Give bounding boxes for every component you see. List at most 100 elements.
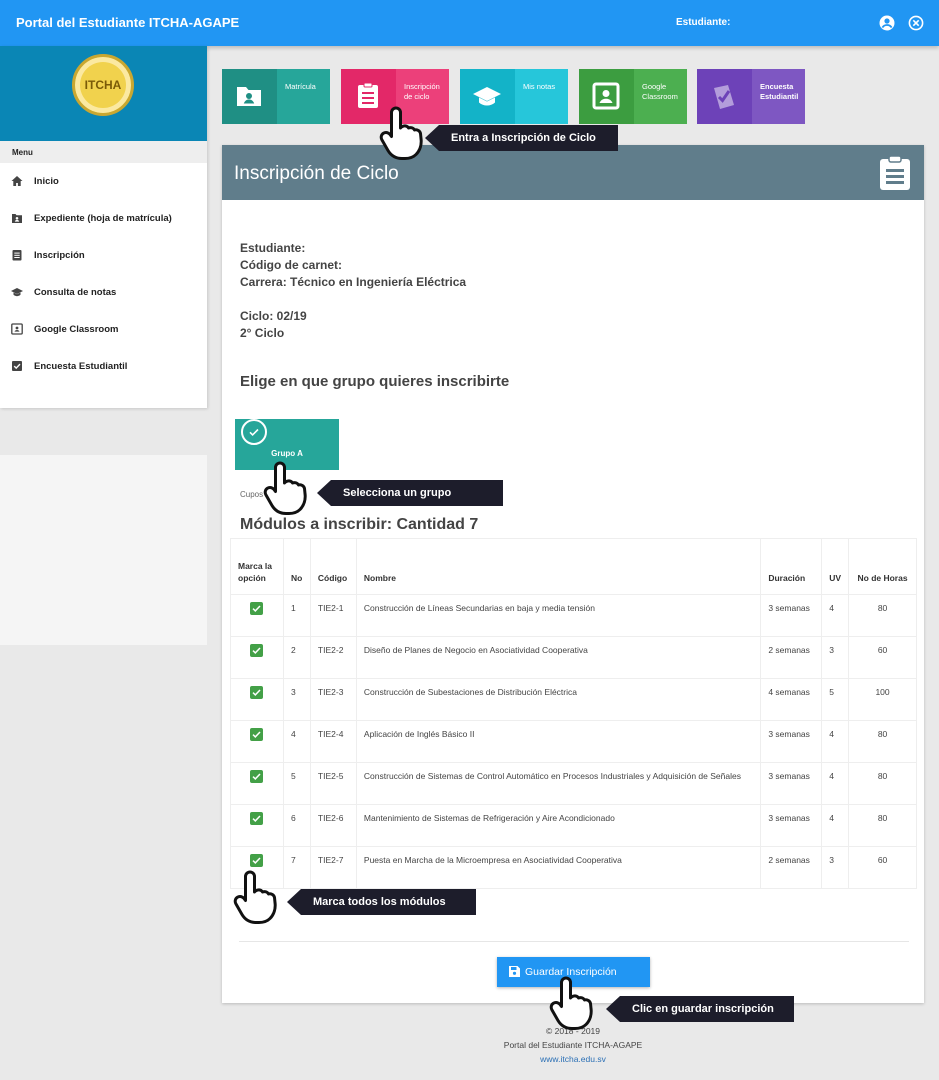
callout-group: Selecciona un grupo [317, 480, 503, 506]
sidebar-item-consulta-notas[interactable]: Consulta de notas [0, 278, 207, 308]
graduation-cap-icon [11, 288, 23, 297]
module-checkbox[interactable] [250, 686, 264, 699]
module-hours: 60 [848, 636, 917, 679]
app-title: Portal del Estudiante ITCHA-AGAPE [16, 15, 240, 30]
footer-org: Portal del Estudiante ITCHA-AGAPE [503, 1040, 643, 1050]
module-checkbox[interactable] [250, 812, 264, 825]
tile-label: Google Classroom [642, 82, 678, 101]
tile-mis-notas[interactable]: Mis notas [460, 69, 568, 124]
check-icon [252, 605, 262, 612]
module-hours: 60 [848, 846, 917, 889]
module-code: TIE2-6 [309, 804, 357, 847]
module-duration: 3 semanas [760, 804, 823, 847]
module-duration: 3 semanas [760, 720, 823, 763]
module-name: Diseño de Planes de Negocio en Asociativ… [355, 636, 762, 679]
module-checkbox[interactable] [250, 770, 264, 783]
cupos-label: Cupos [240, 490, 264, 499]
cycle: Ciclo: 02/19 [240, 309, 307, 323]
checkbox-cell [230, 762, 284, 805]
sidebar-item-label: Expediente (hoja de matrícula) [34, 213, 172, 224]
sidebar-item-label: Inicio [34, 176, 59, 187]
table-header-row: Marca la opción No Código Nombre Duració… [230, 538, 917, 595]
top-app-bar: Portal del Estudiante ITCHA-AGAPE Estudi… [0, 0, 939, 46]
tile-label: Inscripción de ciclo [404, 82, 440, 101]
modules-table: Marca la opción No Código Nombre Duració… [230, 538, 917, 889]
pointer-hand-icon [233, 870, 277, 924]
save-icon [509, 966, 520, 977]
module-name: Aplicación de Inglés Básico II [355, 720, 762, 763]
sidebar-item-encuesta[interactable]: Encuesta Estudiantil [0, 352, 207, 382]
checkbox-cell [230, 636, 284, 679]
module-uv: 3 [821, 636, 850, 679]
carnet-code: Código de carnet: [240, 258, 343, 272]
sidebar-item-label: Google Classroom [34, 324, 119, 335]
module-checkbox[interactable] [250, 854, 264, 867]
module-name: Construcción de Líneas Secundarias en ba… [355, 594, 762, 637]
page-title: Inscripción de Ciclo [234, 163, 399, 184]
card-header: Inscripción de Ciclo [222, 145, 924, 200]
module-hours: 80 [848, 762, 917, 805]
sidebar-item-inscripcion[interactable]: Inscripción [0, 241, 207, 271]
col-nombre: Nombre [355, 538, 762, 595]
module-no: 1 [282, 594, 311, 637]
col-duracion: Duración [760, 538, 823, 595]
module-hours: 80 [848, 804, 917, 847]
module-hours: 80 [848, 720, 917, 763]
tile-label: Mis notas [523, 82, 556, 91]
tile-google-classroom[interactable]: Google Classroom [579, 69, 687, 124]
module-no: 4 [282, 720, 311, 763]
table-row: 6 TIE2-6 Mantenimiento de Sistemas de Refr… [230, 804, 917, 847]
callout-modules: Marca todos los módulos [287, 889, 476, 915]
col-horas: No de Horas [848, 538, 917, 595]
footer-link[interactable]: www.itcha.edu.sv [460, 1054, 686, 1064]
module-duration: 3 semanas [760, 594, 823, 637]
callout-save: Clic en guardar inscripción [606, 996, 794, 1022]
group-check [241, 419, 267, 445]
module-uv: 3 [821, 846, 850, 889]
module-duration: 2 semanas [760, 636, 823, 679]
clipboard-icon [880, 155, 910, 190]
module-checkbox[interactable] [250, 602, 264, 615]
module-hours: 100 [848, 678, 917, 721]
pointer-hand-icon [263, 461, 307, 515]
tile-matricula[interactable]: Matrícula [222, 69, 330, 124]
graduation-cap-icon [473, 87, 501, 106]
divider [239, 941, 909, 942]
module-duration: 4 semanas [760, 678, 823, 721]
home-icon [11, 176, 23, 186]
folder-person-icon [237, 87, 261, 106]
tile-encuesta-estudiantil[interactable]: Encuesta Estudiantil [697, 69, 805, 124]
checkbox-cell [230, 804, 284, 847]
sidebar-item-label: Inscripción [34, 250, 85, 261]
module-uv: 4 [821, 804, 850, 847]
col-marca: Marca la opción [230, 538, 284, 595]
pointer-hand-icon [379, 106, 423, 160]
module-uv: 4 [821, 720, 850, 763]
module-uv: 4 [821, 762, 850, 805]
cycle-number: 2° Ciclo [240, 326, 285, 340]
module-checkbox[interactable] [250, 644, 264, 657]
table-row: 4 TIE2-4 Aplicación de Inglés Básico II 3 s… [230, 720, 917, 763]
module-code: TIE2-5 [309, 762, 357, 805]
classroom-icon [11, 323, 23, 335]
student-label: Estudiante: [676, 17, 731, 28]
module-checkbox[interactable] [250, 728, 264, 741]
sidebar-item-google-classroom[interactable]: Google Classroom [0, 315, 207, 345]
sidebar-lower-panel [0, 455, 207, 645]
module-no: 2 [282, 636, 311, 679]
col-no: No [282, 538, 311, 595]
close-circle-icon[interactable] [908, 15, 924, 31]
check-icon [252, 731, 262, 738]
callout-tile: Entra a Inscripción de Ciclo [425, 125, 618, 151]
folder-icon [12, 214, 22, 223]
account-icon[interactable] [879, 15, 895, 31]
sidebar-item-inicio[interactable]: Inicio [0, 167, 207, 197]
check-icon [249, 428, 259, 437]
itcha-logo: ITCHA [72, 54, 134, 116]
col-codigo: Código [309, 538, 357, 595]
sidebar-item-label: Encuesta Estudiantil [34, 361, 128, 372]
sidebar-item-expediente[interactable]: Expediente (hoja de matrícula) [0, 204, 207, 234]
module-code: TIE2-7 [309, 846, 357, 889]
group-name: Grupo A [271, 449, 303, 458]
module-uv: 5 [821, 678, 850, 721]
